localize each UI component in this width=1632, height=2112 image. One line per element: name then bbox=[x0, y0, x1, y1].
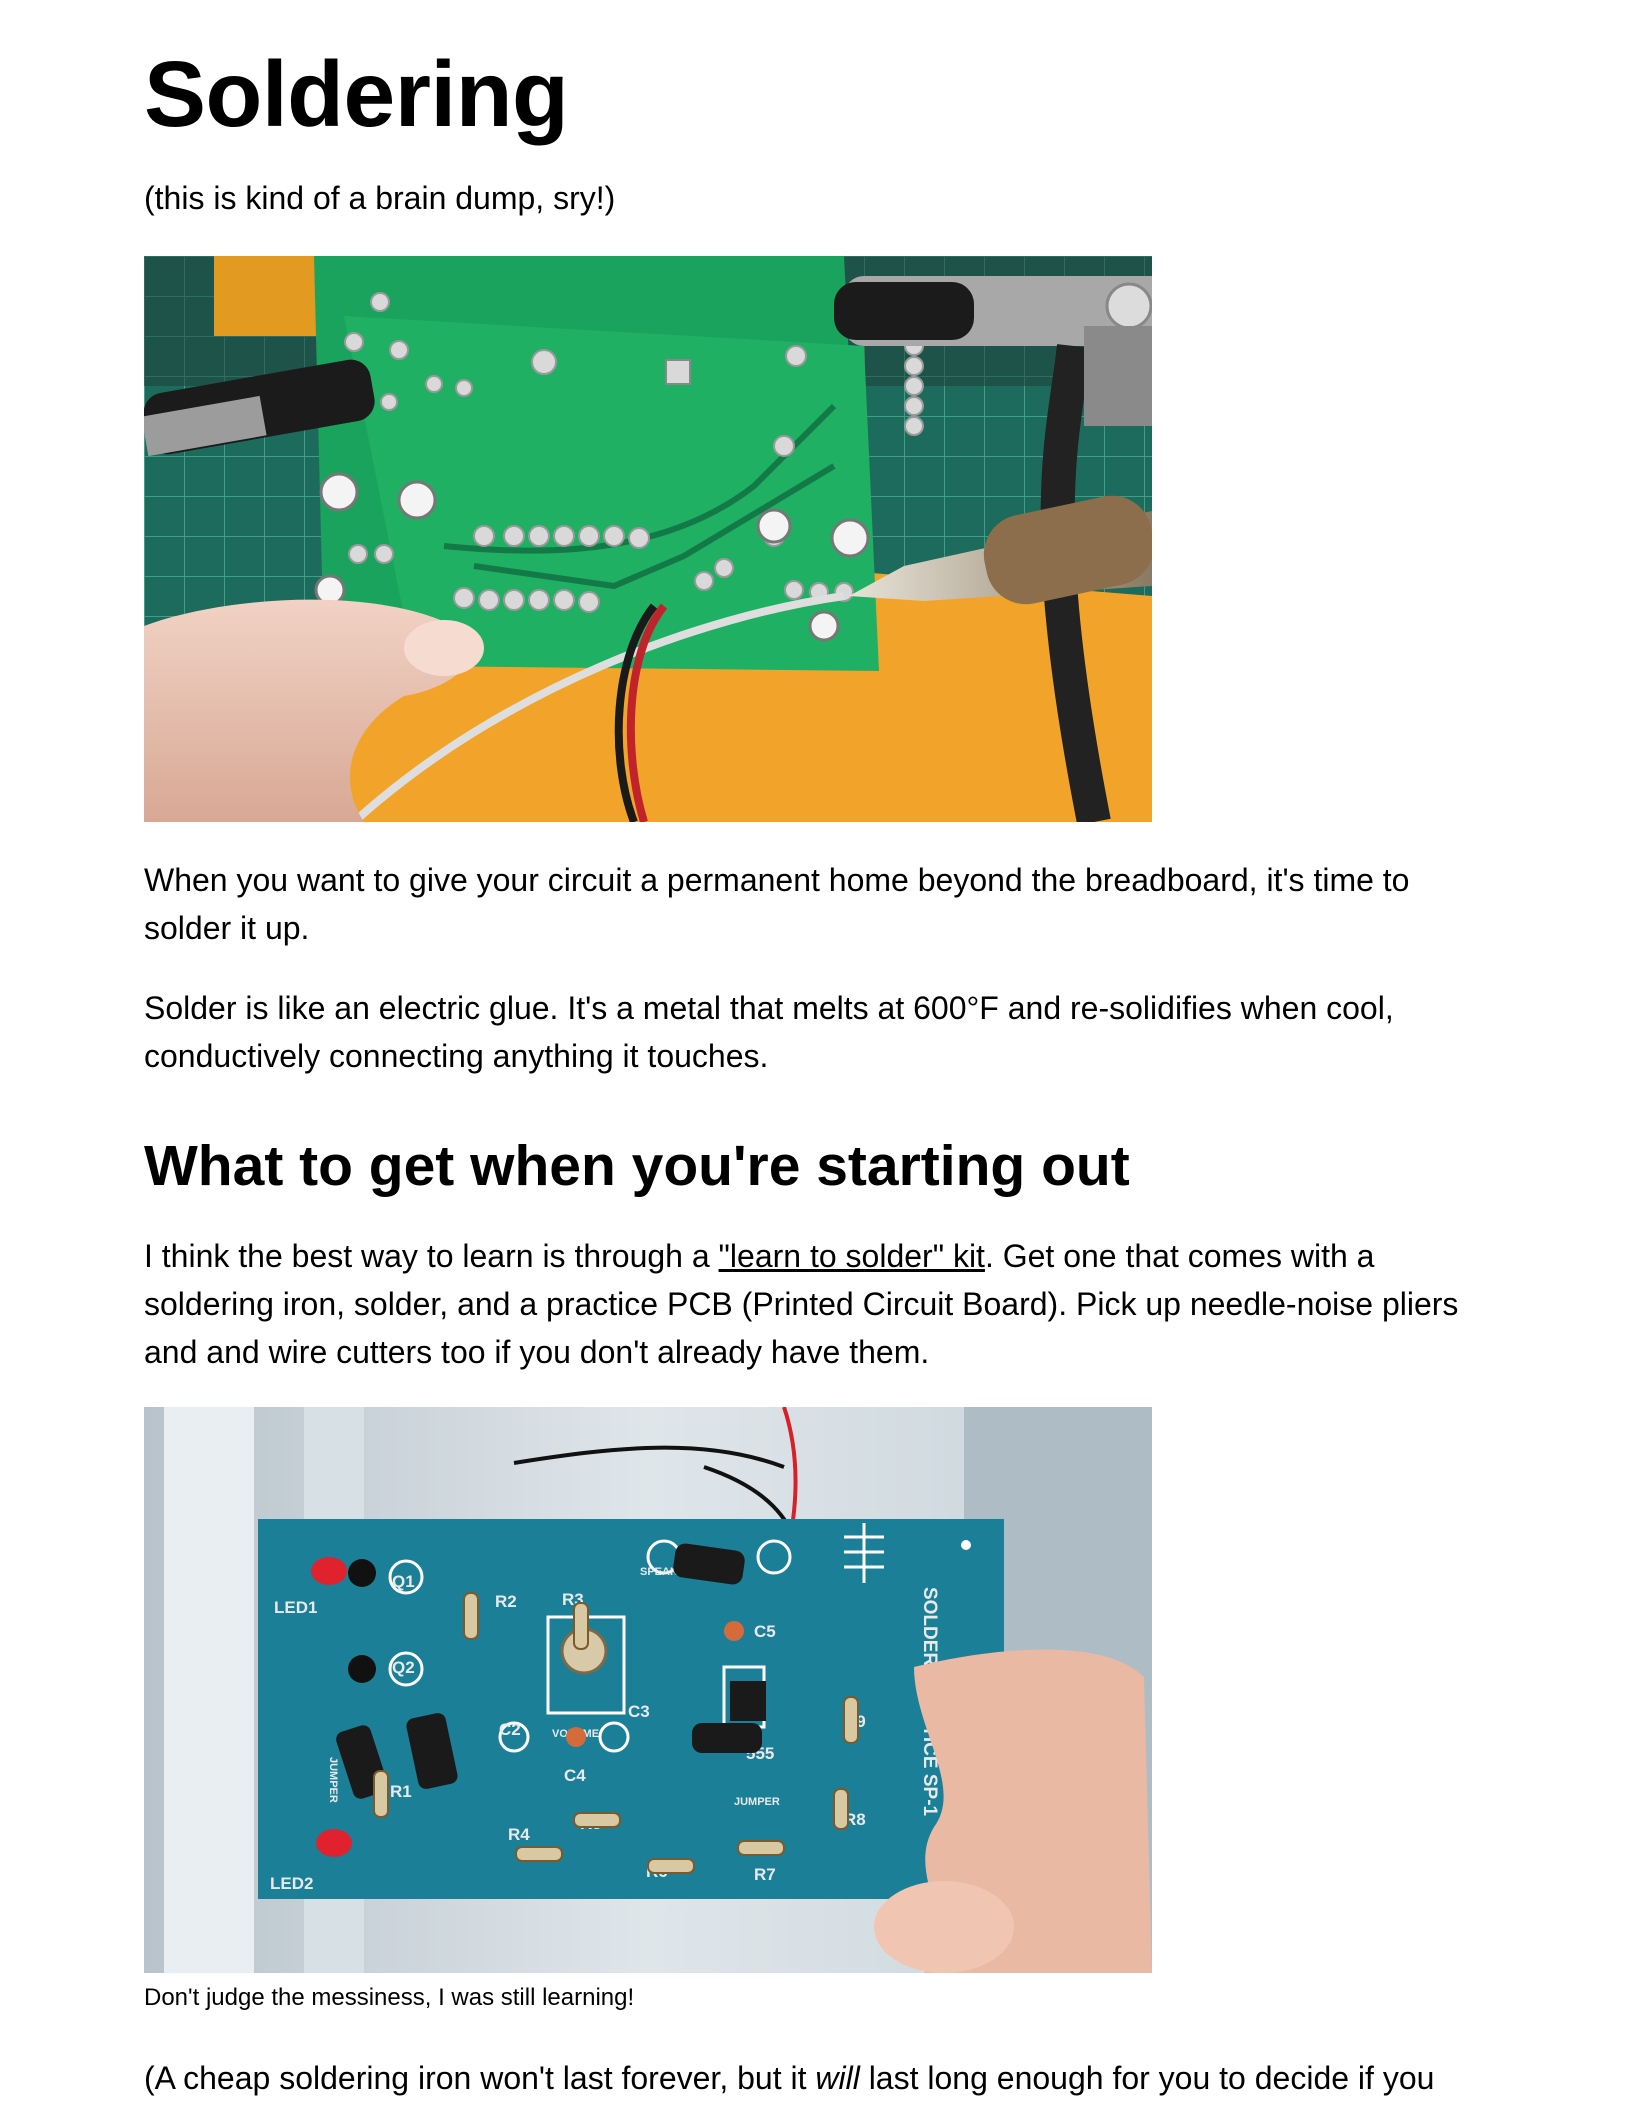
section-heading: What to get when you're starting out bbox=[144, 1134, 1130, 1198]
pcb-label-r7: R7 bbox=[754, 1865, 776, 1884]
photo-caption: Don't judge the messiness, I was still l… bbox=[144, 1984, 635, 2011]
closing-paragraph: (A cheap soldering iron won't last forev… bbox=[144, 2054, 1484, 2102]
pcb-label-c2: C2 bbox=[499, 1720, 521, 1739]
closing-text-end: last long enough for you to decide if yo… bbox=[859, 2060, 1435, 2096]
pcb-label-jumper-right: JUMPER bbox=[734, 1796, 780, 1808]
pcb-label-c3: C3 bbox=[628, 1702, 650, 1721]
pcb-label-led2: LED2 bbox=[270, 1874, 313, 1893]
pcb-label-c4: C4 bbox=[564, 1766, 586, 1785]
subtitle: (this is kind of a brain dump, sry!) bbox=[144, 180, 616, 216]
pcb-label-c5: C5 bbox=[754, 1622, 776, 1641]
kit-paragraph: I think the best way to learn is through… bbox=[144, 1232, 1484, 1376]
pcb-label-q1: Q1 bbox=[392, 1572, 415, 1591]
kit-paragraph-text-start: I think the best way to learn is through… bbox=[144, 1238, 719, 1274]
page: Soldering (this is kind of a brain dump,… bbox=[0, 0, 1632, 2112]
learn-to-solder-kit-link[interactable]: "learn to solder" kit bbox=[719, 1238, 985, 1274]
pcb-label-jumper-left: JUMPER bbox=[327, 1757, 339, 1803]
pcb-label-q2: Q2 bbox=[392, 1658, 415, 1677]
intro-paragraph-1: When you want to give your circuit a per… bbox=[144, 862, 1410, 946]
pcb-label-r4: R4 bbox=[508, 1825, 530, 1844]
pcb-label-r2: R2 bbox=[495, 1592, 517, 1611]
soldering-photo bbox=[144, 256, 1152, 822]
pcb-label-r1: R1 bbox=[390, 1782, 412, 1801]
closing-text-start: (A cheap soldering iron won't last forev… bbox=[144, 2060, 816, 2096]
page-title: Soldering bbox=[144, 42, 569, 146]
intro-paragraph-2: Solder is like an electric glue. It's a … bbox=[144, 990, 1394, 1074]
closing-emphasis: will bbox=[815, 2060, 860, 2096]
practice-board-photo: LED1 Q1 R2 R3 Q2 C2 VOLUME C3 C5 R9 JUMP… bbox=[144, 1407, 1152, 1973]
pcb-label-led1: LED1 bbox=[274, 1598, 317, 1617]
